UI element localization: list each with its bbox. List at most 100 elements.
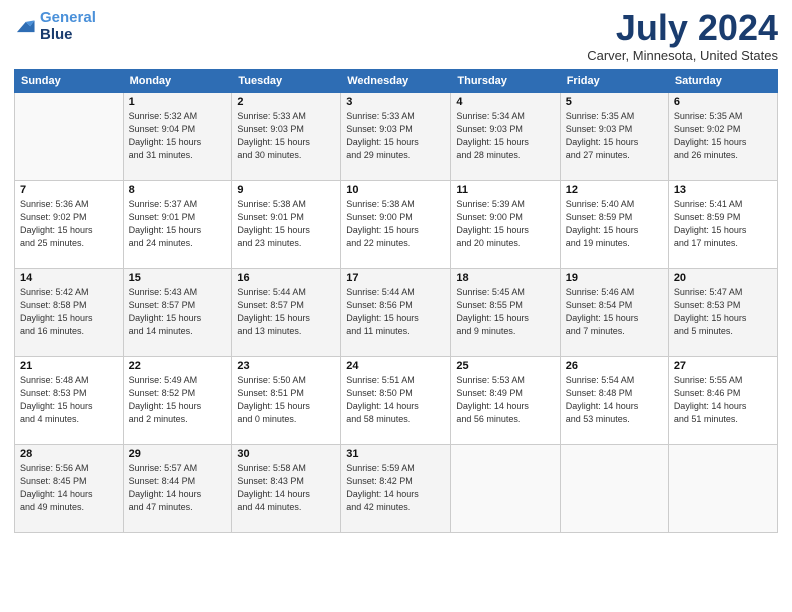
day-number: 18: [456, 272, 554, 284]
day-info: Sunrise: 5:58 AM Sunset: 8:43 PM Dayligh…: [237, 462, 335, 514]
day-number: 12: [566, 184, 663, 196]
day-info: Sunrise: 5:45 AM Sunset: 8:55 PM Dayligh…: [456, 286, 554, 338]
table-row: 2 Sunrise: 5:33 AM Sunset: 9:03 PM Daylig…: [232, 93, 341, 181]
table-row: 25 Sunrise: 5:53 AM Sunset: 8:49 PM Dayli…: [451, 357, 560, 445]
col-tuesday: Tuesday: [232, 70, 341, 93]
day-info: Sunrise: 5:55 AM Sunset: 8:46 PM Dayligh…: [674, 374, 772, 426]
table-row: 11 Sunrise: 5:39 AM Sunset: 9:00 PM Dayli…: [451, 181, 560, 269]
table-row: [560, 445, 668, 533]
day-info: Sunrise: 5:59 AM Sunset: 8:42 PM Dayligh…: [346, 462, 445, 514]
table-row: [451, 445, 560, 533]
day-number: 6: [674, 96, 772, 108]
table-row: 17Sunrise: 5:44 AM Sunset: 8:56 PM Dayli…: [341, 269, 451, 357]
table-row: 4 Sunrise: 5:34 AM Sunset: 9:03 PM Daylig…: [451, 93, 560, 181]
table-row: [668, 445, 777, 533]
table-row: 16 Sunrise: 5:44 AM Sunset: 8:57 PM Dayli…: [232, 269, 341, 357]
day-number: 2: [237, 96, 335, 108]
day-info: Sunrise: 5:49 AM Sunset: 8:52 PM Dayligh…: [129, 374, 227, 426]
day-info: Sunrise: 5:43 AM Sunset: 8:57 PM Dayligh…: [129, 286, 227, 338]
day-number: 25: [456, 360, 554, 372]
logo-text: GeneralBlue: [40, 10, 96, 43]
table-row: 1Sunrise: 5:32 AM Sunset: 9:04 PM Daylig…: [123, 93, 232, 181]
day-info: Sunrise: 5:35 AM Sunset: 9:03 PM Dayligh…: [566, 110, 663, 162]
table-row: 27 Sunrise: 5:55 AM Sunset: 8:46 PM Dayli…: [668, 357, 777, 445]
table-row: 7 Sunrise: 5:36 AM Sunset: 9:02 PM Daylig…: [15, 181, 124, 269]
day-number: 16: [237, 272, 335, 284]
table-row: 23 Sunrise: 5:50 AM Sunset: 8:51 PM Dayli…: [232, 357, 341, 445]
day-number: 3: [346, 96, 445, 108]
day-number: 26: [566, 360, 663, 372]
col-wednesday: Wednesday: [341, 70, 451, 93]
day-number: 23: [237, 360, 335, 372]
day-number: 9: [237, 184, 335, 196]
day-number: 15: [129, 272, 227, 284]
table-row: 24Sunrise: 5:51 AM Sunset: 8:50 PM Dayli…: [341, 357, 451, 445]
day-number: 7: [20, 184, 118, 196]
table-row: 15 Sunrise: 5:43 AM Sunset: 8:57 PM Dayli…: [123, 269, 232, 357]
logo-icon: [14, 16, 36, 38]
day-info: Sunrise: 5:38 AM Sunset: 9:01 PM Dayligh…: [237, 198, 335, 250]
day-info: Sunrise: 5:44 AM Sunset: 8:56 PM Dayligh…: [346, 286, 445, 338]
table-row: 29 Sunrise: 5:57 AM Sunset: 8:44 PM Dayli…: [123, 445, 232, 533]
day-info: Sunrise: 5:46 AM Sunset: 8:54 PM Dayligh…: [566, 286, 663, 338]
day-info: Sunrise: 5:32 AM Sunset: 9:04 PM Dayligh…: [129, 110, 227, 162]
day-info: Sunrise: 5:38 AM Sunset: 9:00 PM Dayligh…: [346, 198, 445, 250]
calendar: Sunday Monday Tuesday Wednesday Thursday…: [14, 69, 778, 533]
day-number: 31: [346, 448, 445, 460]
day-info: Sunrise: 5:33 AM Sunset: 9:03 PM Dayligh…: [346, 110, 445, 162]
day-number: 13: [674, 184, 772, 196]
day-info: Sunrise: 5:47 AM Sunset: 8:53 PM Dayligh…: [674, 286, 772, 338]
day-info: Sunrise: 5:50 AM Sunset: 8:51 PM Dayligh…: [237, 374, 335, 426]
day-info: Sunrise: 5:57 AM Sunset: 8:44 PM Dayligh…: [129, 462, 227, 514]
day-number: 5: [566, 96, 663, 108]
day-info: Sunrise: 5:44 AM Sunset: 8:57 PM Dayligh…: [237, 286, 335, 338]
col-sunday: Sunday: [15, 70, 124, 93]
table-row: 13Sunrise: 5:41 AM Sunset: 8:59 PM Dayli…: [668, 181, 777, 269]
table-row: 14 Sunrise: 5:42 AM Sunset: 8:58 PM Dayli…: [15, 269, 124, 357]
day-number: 14: [20, 272, 118, 284]
day-info: Sunrise: 5:53 AM Sunset: 8:49 PM Dayligh…: [456, 374, 554, 426]
day-number: 8: [129, 184, 227, 196]
table-row: 9 Sunrise: 5:38 AM Sunset: 9:01 PM Daylig…: [232, 181, 341, 269]
day-info: Sunrise: 5:33 AM Sunset: 9:03 PM Dayligh…: [237, 110, 335, 162]
table-row: 18 Sunrise: 5:45 AM Sunset: 8:55 PM Dayli…: [451, 269, 560, 357]
day-number: 11: [456, 184, 554, 196]
table-row: 5 Sunrise: 5:35 AM Sunset: 9:03 PM Daylig…: [560, 93, 668, 181]
day-info: Sunrise: 5:56 AM Sunset: 8:45 PM Dayligh…: [20, 462, 118, 514]
day-info: Sunrise: 5:42 AM Sunset: 8:58 PM Dayligh…: [20, 286, 118, 338]
day-number: 27: [674, 360, 772, 372]
day-info: Sunrise: 5:39 AM Sunset: 9:00 PM Dayligh…: [456, 198, 554, 250]
col-saturday: Saturday: [668, 70, 777, 93]
table-row: 6 Sunrise: 5:35 AM Sunset: 9:02 PM Daylig…: [668, 93, 777, 181]
col-friday: Friday: [560, 70, 668, 93]
month-title: July 2024: [587, 10, 778, 46]
page: GeneralBlue July 2024 Carver, Minnesota,…: [0, 0, 792, 612]
table-row: 30 Sunrise: 5:58 AM Sunset: 8:43 PM Dayli…: [232, 445, 341, 533]
subtitle: Carver, Minnesota, United States: [587, 48, 778, 63]
day-number: 19: [566, 272, 663, 284]
day-number: 21: [20, 360, 118, 372]
table-row: 3 Sunrise: 5:33 AM Sunset: 9:03 PM Daylig…: [341, 93, 451, 181]
table-row: 26 Sunrise: 5:54 AM Sunset: 8:48 PM Dayli…: [560, 357, 668, 445]
table-row: 12Sunrise: 5:40 AM Sunset: 8:59 PM Dayli…: [560, 181, 668, 269]
day-info: Sunrise: 5:34 AM Sunset: 9:03 PM Dayligh…: [456, 110, 554, 162]
title-section: July 2024 Carver, Minnesota, United Stat…: [587, 10, 778, 63]
day-info: Sunrise: 5:36 AM Sunset: 9:02 PM Dayligh…: [20, 198, 118, 250]
day-info: Sunrise: 5:54 AM Sunset: 8:48 PM Dayligh…: [566, 374, 663, 426]
table-row: 20Sunrise: 5:47 AM Sunset: 8:53 PM Dayli…: [668, 269, 777, 357]
day-number: 4: [456, 96, 554, 108]
table-row: 22 Sunrise: 5:49 AM Sunset: 8:52 PM Dayli…: [123, 357, 232, 445]
col-thursday: Thursday: [451, 70, 560, 93]
day-number: 29: [129, 448, 227, 460]
logo: GeneralBlue: [14, 10, 96, 43]
day-info: Sunrise: 5:37 AM Sunset: 9:01 PM Dayligh…: [129, 198, 227, 250]
header: GeneralBlue July 2024 Carver, Minnesota,…: [14, 10, 778, 63]
day-number: 24: [346, 360, 445, 372]
table-row: [15, 93, 124, 181]
day-info: Sunrise: 5:35 AM Sunset: 9:02 PM Dayligh…: [674, 110, 772, 162]
table-row: 31 Sunrise: 5:59 AM Sunset: 8:42 PM Dayli…: [341, 445, 451, 533]
day-number: 10: [346, 184, 445, 196]
day-number: 30: [237, 448, 335, 460]
table-row: 10 Sunrise: 5:38 AM Sunset: 9:00 PM Dayli…: [341, 181, 451, 269]
day-number: 22: [129, 360, 227, 372]
